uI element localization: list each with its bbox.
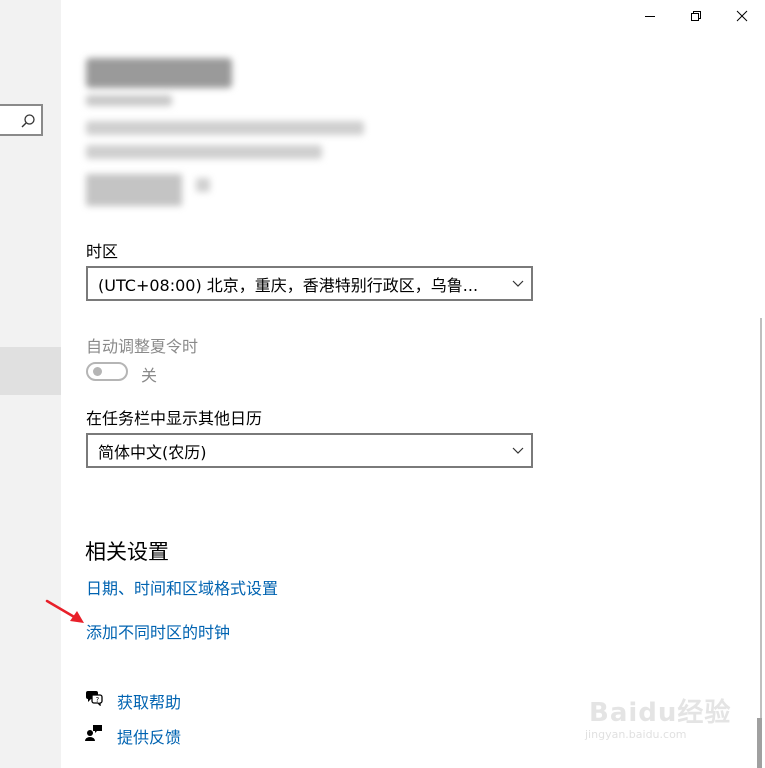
search-icon[interactable] xyxy=(20,113,36,129)
redacted-line xyxy=(86,145,322,159)
related-settings-heading: 相关设置 xyxy=(85,540,169,564)
minimize-button[interactable] xyxy=(627,0,673,32)
dst-label: 自动调整夏令时 xyxy=(86,337,199,356)
chevron-down-icon xyxy=(505,280,531,288)
feedback-link[interactable]: 提供反馈 xyxy=(117,724,181,748)
date-time-format-link[interactable]: 日期、时间和区域格式设置 xyxy=(86,575,278,599)
timezone-dropdown[interactable]: (UTC+08:00) 北京，重庆，香港特别行政区，乌鲁... xyxy=(86,266,533,301)
minimize-icon xyxy=(645,16,655,17)
nav-item-selected[interactable] xyxy=(0,347,61,395)
scrollbar-thumb[interactable] xyxy=(757,718,762,768)
watermark-url: jingyan.baidu.com xyxy=(585,728,687,741)
search-input[interactable] xyxy=(0,104,43,136)
timezone-value: (UTC+08:00) 北京，重庆，香港特别行政区，乌鲁... xyxy=(98,275,479,295)
close-icon xyxy=(736,10,748,22)
redacted-line xyxy=(86,121,364,135)
help-icon: ? xyxy=(85,688,103,710)
get-help-link[interactable]: 获取帮助 xyxy=(117,689,181,713)
redacted-button xyxy=(86,174,182,206)
restore-button[interactable] xyxy=(673,0,719,32)
calendar-label: 在任务栏中显示其他日历 xyxy=(86,409,263,428)
add-clocks-link[interactable]: 添加不同时区的时钟 xyxy=(86,619,230,643)
redacted-subtitle xyxy=(86,95,172,106)
restore-icon xyxy=(691,11,701,21)
dst-toggle[interactable] xyxy=(86,362,128,381)
redacted-icon xyxy=(196,178,210,192)
watermark-logo: Baidu经验 xyxy=(589,698,732,728)
svg-text:?: ? xyxy=(96,696,100,704)
toggle-knob xyxy=(93,367,102,376)
feedback-icon xyxy=(85,724,103,746)
annotation-arrow-icon xyxy=(45,599,84,623)
calendar-dropdown[interactable]: 简体中文(农历) xyxy=(86,433,533,468)
redacted-title xyxy=(86,58,232,88)
baidu-watermark: Baidu经验 jingyan.baidu.com xyxy=(585,684,730,754)
close-button[interactable] xyxy=(719,0,765,32)
scrollbar-track[interactable] xyxy=(760,318,762,768)
dst-toggle-state: 关 xyxy=(141,366,158,385)
chevron-down-icon xyxy=(505,447,531,455)
calendar-value: 简体中文(农历) xyxy=(98,442,207,462)
timezone-label: 时区 xyxy=(86,242,119,261)
